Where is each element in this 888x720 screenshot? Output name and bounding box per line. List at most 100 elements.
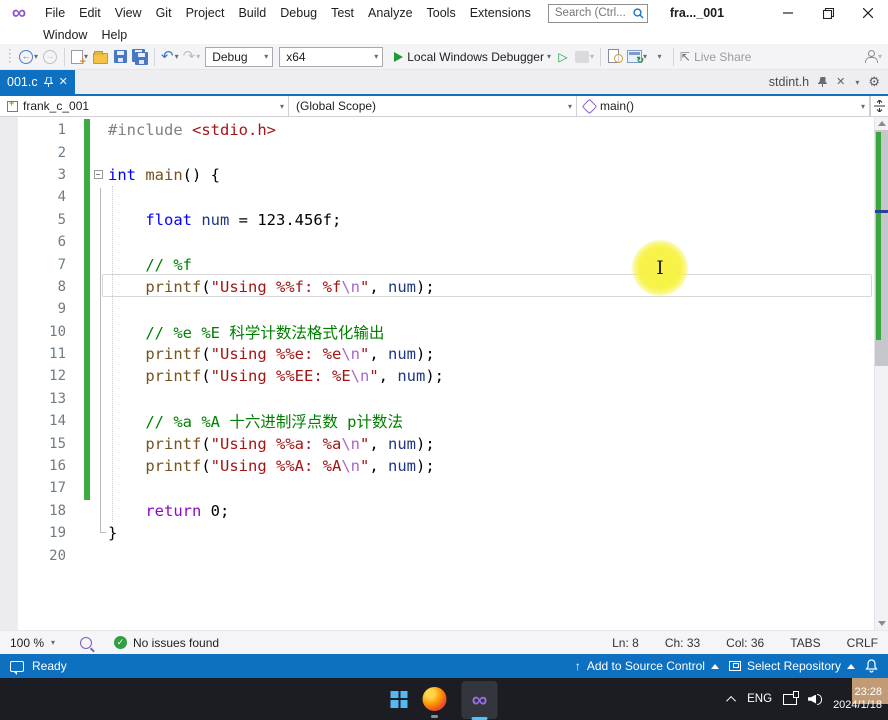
save-all-button[interactable] [130,46,150,68]
menu-file[interactable]: File [38,4,72,22]
code-editor[interactable]: 1 #include <stdio.h> 2 3 − int main() {4 5 flo… [0,117,888,630]
vertical-scrollbar[interactable] [874,117,888,630]
menu-build[interactable]: Build [231,4,273,22]
tab-001c[interactable]: 001.c ✕ [0,70,75,94]
collapse-region-icon[interactable]: − [93,170,103,180]
code-line[interactable]: 2 [0,141,888,164]
toolbar-grip[interactable] [8,48,13,65]
tabs-indicator[interactable]: TABS [790,636,820,650]
code-line[interactable]: 15 printf("Using %%a: %a\n", num); [0,432,888,455]
tab-list-chevron-icon[interactable]: ▾ [855,78,859,87]
close-button[interactable] [848,0,888,26]
notifications-bell-icon[interactable] [865,659,878,673]
code-line[interactable]: 20 [0,544,888,566]
start-debugging-button[interactable]: Local Windows Debugger ▾ [386,46,553,68]
code-line[interactable]: 11 printf("Using %%e: %e\n", num); [0,342,888,366]
solution-configuration-select[interactable]: Debug ▾ [205,46,274,67]
code-line[interactable]: 7 // %f [0,253,888,276]
change-bar [84,365,90,388]
code-line[interactable]: 3 − int main() { [0,163,888,187]
preview-tab-close-icon[interactable]: ✕ [836,76,845,88]
code-line[interactable]: 5 float num = 123.456f; [0,208,888,231]
redo-button[interactable]: ↷ ▾ [181,46,203,68]
menu-edit[interactable]: Edit [72,4,108,22]
code-line[interactable]: 9 [0,298,888,321]
menu-analyze[interactable]: Analyze [361,4,419,22]
start-button-icon[interactable] [390,690,408,708]
pin-icon-preview[interactable] [818,77,828,87]
restore-button[interactable] [808,0,848,26]
tab-close-icon[interactable]: ✕ [59,76,68,88]
search-input[interactable]: Search (Ctrl... [547,3,648,23]
code-line[interactable]: 19} [0,522,888,544]
code-line[interactable]: 17 [0,477,888,500]
line-ending-indicator[interactable]: CRLF [847,636,878,650]
open-file-button[interactable] [90,46,110,68]
menu-window[interactable]: Window [36,26,94,44]
volume-icon[interactable] [808,693,823,705]
toolbar-overflow-button[interactable]: ▾ [649,46,669,68]
line-number: 6 [57,234,66,251]
feedback-bubble-icon[interactable] [10,660,24,675]
menu-extensions[interactable]: Extensions [463,4,538,22]
scroll-up-arrow-icon[interactable] [878,121,886,126]
start-without-debugging-button[interactable]: ▷ [553,46,573,68]
new-file-button[interactable]: ▾ [69,46,90,68]
find-in-files-button[interactable] [605,46,625,68]
issues-status[interactable]: No issues found [133,636,219,650]
firefox-taskbar-icon[interactable] [420,678,450,720]
code-line[interactable]: 8 printf("Using %%f: %f\n", num); [0,275,888,299]
scroll-down-arrow-icon[interactable] [878,621,886,626]
select-repository-button[interactable]: Select Repository [728,659,855,673]
character-indicator[interactable]: Ch: 33 [665,636,700,650]
navigate-forward-button[interactable]: → [40,46,60,68]
code-line[interactable]: 18 return 0; [0,500,888,522]
clock[interactable]: 23:28 2024/1/18 [833,686,884,712]
project-dropdown[interactable]: frank_c_001 ▾ [0,96,289,116]
column-indicator[interactable]: Col: 36 [726,636,764,650]
save-button-toolbar[interactable] [110,46,130,68]
code-line[interactable]: 12 printf("Using %%EE: %E\n", num); [0,365,888,388]
network-icon[interactable] [783,690,800,705]
zoom-select[interactable]: 100 % ▾ [10,636,72,650]
language-indicator[interactable]: ENG [747,693,772,705]
attach-to-process-button[interactable]: ▾ [625,46,649,68]
undo-button[interactable]: ↶ ▾ [159,46,181,68]
navigate-magnifier-icon[interactable] [80,636,92,649]
feedback-button[interactable]: ▾ [862,46,884,68]
code-line[interactable]: 16 printf("Using %%A: %A\n", num); [0,454,888,478]
line-number: 14 [49,413,66,430]
navigate-backward-button[interactable]: ← ▾ [17,46,40,68]
split-window-button[interactable] [870,96,888,116]
menu-tools[interactable]: Tools [420,4,463,22]
menu-bar-row1: File Edit View Git Project Build Debug Test Anal… [38,4,538,22]
line-number: 15 [49,435,66,452]
minimize-button[interactable] [768,0,808,26]
live-share-button[interactable]: ⇱ Live Share [678,46,757,68]
search-placeholder: Search (Ctrl... [554,7,626,19]
code-line[interactable]: 13 [0,387,888,411]
gear-icon[interactable]: ⚙ [868,74,880,90]
menu-test[interactable]: Test [324,4,361,22]
code-line[interactable]: 6 [0,230,888,254]
scope-dropdown[interactable]: (Global Scope) ▾ [289,96,577,116]
code-line[interactable]: 4 [0,186,888,209]
visual-studio-taskbar-icon[interactable]: ∞ [461,681,498,720]
menu-debug[interactable]: Debug [273,4,324,22]
code-line[interactable]: 1 #include <stdio.h> [0,119,888,142]
menu-project[interactable]: Project [179,4,232,22]
pin-icon[interactable] [43,77,53,87]
tab-stdinth[interactable]: stdint.h [769,75,809,89]
window-title: fra..._001 [669,6,725,20]
function-dropdown[interactable]: main() ▾ [577,96,870,116]
line-indicator[interactable]: Ln: 8 [612,636,639,650]
menu-git[interactable]: Git [149,4,179,22]
menu-help[interactable]: Help [94,26,134,44]
tray-chevron-up-icon[interactable] [726,695,737,706]
code-line[interactable]: 14 // %a %A 十六进制浮点数 p计数法 [0,410,888,433]
code-line[interactable]: 10 // %e %E 科学计数法格式化输出 [0,320,888,343]
menu-view[interactable]: View [108,4,149,22]
add-to-source-control-button[interactable]: ↑ Add to Source Control [575,659,719,673]
solution-platform-select[interactable]: x64 ▾ [279,46,384,67]
debug-target-button[interactable]: ▾ [573,46,596,68]
